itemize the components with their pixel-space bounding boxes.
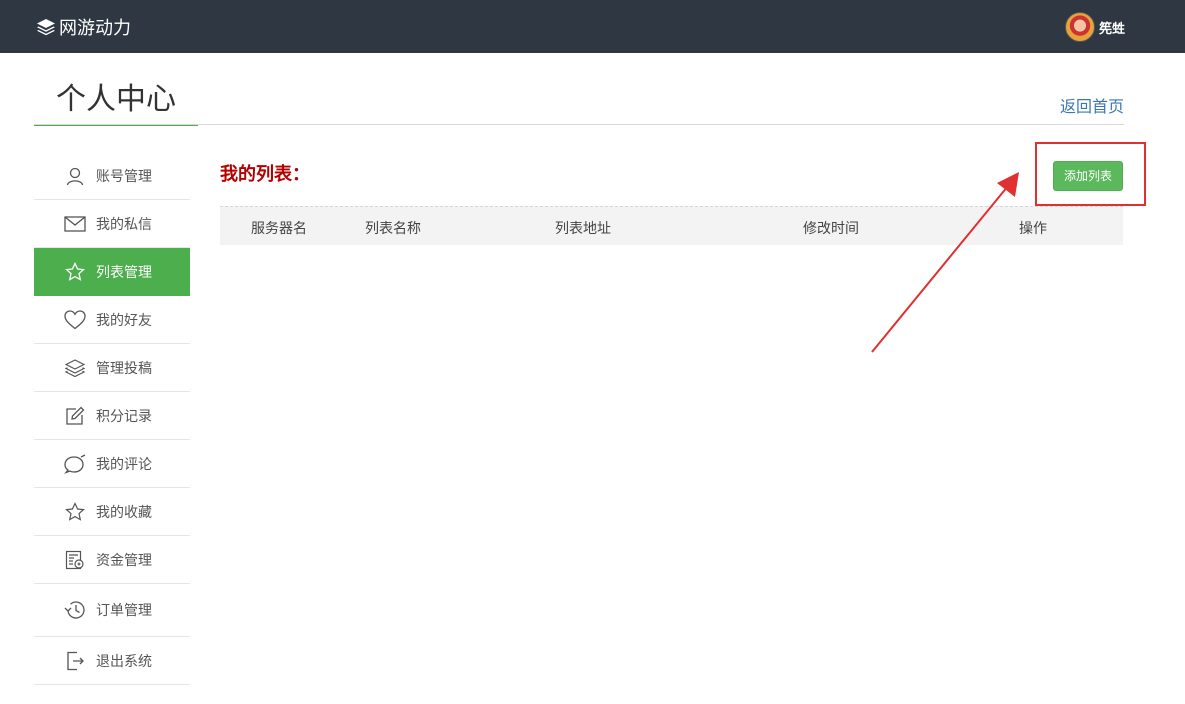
finance-icon bbox=[64, 549, 86, 571]
sidebar: 账号管理 我的私信 列表管理 我的好友 管理投稿 积分记录 我的评论 我的收藏 … bbox=[34, 152, 190, 685]
sidebar-item-submissions[interactable]: 管理投稿 bbox=[34, 344, 190, 392]
column-header-server-name: 服务器名 bbox=[251, 221, 307, 237]
top-navbar: 网游动力 筅甡 bbox=[0, 0, 1185, 53]
sidebar-item-friends[interactable]: 我的好友 bbox=[34, 296, 190, 344]
mail-icon bbox=[64, 213, 86, 235]
sidebar-item-favorites[interactable]: 我的收藏 bbox=[34, 488, 190, 536]
column-header-list-address: 列表地址 bbox=[555, 221, 611, 237]
column-header-modified-time: 修改时间 bbox=[803, 221, 859, 237]
sidebar-item-label: 列表管理 bbox=[96, 264, 152, 281]
sidebar-item-account[interactable]: 账号管理 bbox=[34, 152, 190, 200]
user-menu[interactable]: 筅甡 bbox=[1064, 12, 1125, 42]
page-title: 个人中心 bbox=[34, 80, 198, 126]
sidebar-item-messages[interactable]: 我的私信 bbox=[34, 200, 190, 248]
sidebar-item-label: 我的收藏 bbox=[96, 504, 152, 521]
avatar[interactable] bbox=[1064, 12, 1095, 42]
sidebar-item-finance[interactable]: 资金管理 bbox=[34, 536, 190, 584]
sidebar-item-label: 我的私信 bbox=[96, 216, 152, 233]
star-outline-icon bbox=[64, 501, 86, 523]
sidebar-item-label: 我的评论 bbox=[96, 456, 152, 473]
sidebar-item-logout[interactable]: 退出系统 bbox=[34, 637, 190, 685]
sidebar-item-label: 我的好友 bbox=[96, 312, 152, 329]
comment-icon bbox=[64, 453, 86, 475]
site-name: 网游动力 bbox=[59, 18, 131, 39]
edit-icon bbox=[64, 405, 86, 427]
star-icon bbox=[64, 261, 86, 283]
back-home-link[interactable]: 返回首页 bbox=[1060, 93, 1124, 117]
layers-icon bbox=[64, 357, 86, 379]
history-icon bbox=[64, 599, 86, 621]
column-header-actions: 操作 bbox=[1019, 221, 1047, 237]
column-header-list-name: 列表名称 bbox=[365, 221, 421, 237]
sidebar-item-label: 订单管理 bbox=[96, 603, 152, 619]
sidebar-item-label: 积分记录 bbox=[96, 408, 152, 425]
user-icon bbox=[64, 165, 86, 187]
logout-icon bbox=[64, 650, 86, 672]
list-section-title: 我的列表： bbox=[220, 164, 310, 185]
sidebar-item-label: 退出系统 bbox=[96, 653, 152, 670]
sidebar-item-label: 资金管理 bbox=[96, 552, 152, 569]
header-divider bbox=[34, 124, 1124, 125]
heart-icon bbox=[64, 309, 86, 331]
username[interactable]: 筅甡 bbox=[1099, 18, 1125, 37]
layers-logo-icon bbox=[37, 19, 55, 36]
sidebar-item-comments[interactable]: 我的评论 bbox=[34, 440, 190, 488]
sidebar-item-label: 账号管理 bbox=[96, 168, 152, 185]
sidebar-item-orders[interactable]: 订单管理 bbox=[34, 584, 190, 637]
add-list-button[interactable]: 添加列表 bbox=[1053, 161, 1123, 191]
sidebar-item-label: 管理投稿 bbox=[96, 360, 152, 377]
table-header: 服务器名 列表名称 列表地址 修改时间 操作 bbox=[220, 206, 1123, 245]
sidebar-item-points[interactable]: 积分记录 bbox=[34, 392, 190, 440]
sidebar-item-list-management[interactable]: 列表管理 bbox=[34, 248, 190, 296]
site-logo[interactable]: 网游动力 bbox=[36, 16, 131, 39]
